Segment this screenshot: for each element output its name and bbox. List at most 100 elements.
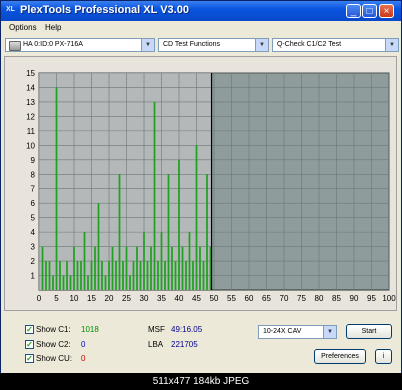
chevron-down-icon[interactable]: ▼ bbox=[385, 39, 398, 51]
show-c2-label: Show C2: bbox=[36, 340, 71, 349]
c1-bar bbox=[188, 232, 191, 290]
c1-bar bbox=[178, 159, 180, 290]
c1-bar bbox=[69, 275, 72, 290]
x-tick-label: 15 bbox=[87, 294, 96, 303]
drive-select[interactable]: HA 0:ID:0 PX-716A ▼ bbox=[5, 38, 155, 52]
c1-bar bbox=[111, 246, 114, 290]
c1-bar bbox=[202, 261, 205, 290]
x-tick-label: 90 bbox=[350, 294, 359, 303]
c1-bar bbox=[48, 261, 51, 290]
y-tick-label: 10 bbox=[26, 141, 35, 150]
c1-bar bbox=[157, 261, 159, 290]
show-c1-label: Show C1: bbox=[36, 325, 71, 334]
c1-bar bbox=[160, 232, 163, 290]
c1-bar bbox=[167, 174, 170, 290]
y-tick-label: 4 bbox=[31, 228, 36, 237]
x-tick-label: 60 bbox=[245, 294, 254, 303]
y-tick-label: 13 bbox=[26, 98, 35, 107]
speed-select[interactable]: 10-24X CAV ▼ bbox=[258, 325, 337, 339]
c1-bar bbox=[150, 246, 152, 290]
x-tick-label: 35 bbox=[157, 294, 166, 303]
results-panel: ✓ Show C1: 1018 ✓ Show C2: 0 ✓ Show CU: … bbox=[1, 317, 401, 373]
cu-count: 0 bbox=[81, 354, 86, 363]
c1-bar bbox=[73, 246, 75, 290]
c1-bar bbox=[171, 246, 173, 290]
y-tick-label: 1 bbox=[31, 272, 36, 281]
c1c2-chart: 1234567891011121314150 5 10 15 20 25 30 35 40 45 5… bbox=[26, 69, 396, 303]
y-tick-label: 12 bbox=[26, 112, 35, 121]
c1-bar bbox=[132, 261, 135, 290]
msf-value: 49:16.05 bbox=[171, 325, 203, 334]
test-select[interactable]: Q-Check C1/C2 Test ▼ bbox=[272, 38, 399, 52]
start-button[interactable]: Start bbox=[346, 324, 392, 339]
c1-bar bbox=[143, 232, 145, 290]
test-select-value: Q-Check C1/C2 Test bbox=[277, 41, 342, 48]
chevron-down-icon[interactable]: ▼ bbox=[255, 39, 268, 51]
window-title: PlexTools Professional XL V3.00 bbox=[20, 4, 189, 16]
close-button[interactable]: × bbox=[379, 4, 394, 18]
title-bar: XL PlexTools Professional XL V3.00 _ □ × bbox=[1, 1, 401, 21]
c1-bar bbox=[181, 246, 184, 290]
toolbar: HA 0:ID:0 PX-716A ▼ CD Test Functions ▼ … bbox=[1, 36, 401, 56]
preferences-button[interactable]: Preferences bbox=[314, 349, 366, 364]
menu-help[interactable]: Help bbox=[45, 23, 61, 32]
show-c2-checkbox[interactable]: ✓ bbox=[25, 340, 34, 349]
x-tick-label: 65 bbox=[262, 294, 271, 303]
c1-bar bbox=[185, 261, 187, 290]
show-c1-checkbox[interactable]: ✓ bbox=[25, 325, 34, 334]
chart-panel: 1 2 3 4 5 6 7 8 9 10 11 12 13 14 15 0 5 10 15 20 25 30 35 40 45 5… bbox=[4, 56, 397, 311]
x-tick-label: 25 bbox=[122, 294, 131, 303]
menu-options[interactable]: Options bbox=[9, 23, 37, 32]
c1-bar bbox=[118, 174, 121, 290]
x-tick-label: 20 bbox=[105, 294, 114, 303]
c1-bar bbox=[122, 261, 124, 290]
c1-bar bbox=[101, 261, 103, 290]
x-tick-label: 55 bbox=[227, 294, 236, 303]
x-tick-label: 50 bbox=[210, 294, 219, 303]
minimize-button[interactable]: _ bbox=[346, 4, 361, 18]
c1-count: 1018 bbox=[81, 325, 99, 334]
c1-bar bbox=[80, 261, 82, 290]
c1-bar bbox=[139, 261, 142, 290]
x-tick-label: 80 bbox=[315, 294, 324, 303]
c1-bar bbox=[87, 275, 89, 290]
c2-count: 0 bbox=[81, 340, 86, 349]
y-tick-label: 5 bbox=[31, 214, 36, 223]
y-tick-label: 3 bbox=[31, 243, 36, 252]
c1-bar bbox=[164, 261, 166, 290]
c1-bar bbox=[41, 246, 44, 290]
x-tick-label: 85 bbox=[332, 294, 341, 303]
c1-bar bbox=[83, 232, 86, 290]
c1-bar bbox=[94, 246, 96, 290]
info-icon[interactable]: i bbox=[375, 349, 392, 364]
x-tick-label: 40 bbox=[175, 294, 184, 303]
c1-bar bbox=[52, 275, 54, 290]
c1-bar bbox=[195, 145, 198, 290]
y-tick-label: 6 bbox=[31, 199, 36, 208]
x-tick-label: 95 bbox=[367, 294, 376, 303]
c1-bar bbox=[66, 261, 68, 290]
x-tick-label: 70 bbox=[280, 294, 289, 303]
c1-bar bbox=[206, 174, 208, 290]
maximize-button[interactable]: □ bbox=[362, 4, 377, 18]
c1-bar bbox=[153, 101, 156, 290]
c1-bar bbox=[146, 261, 149, 290]
show-cu-label: Show CU: bbox=[36, 354, 73, 363]
drive-icon bbox=[9, 41, 21, 51]
msf-label: MSF bbox=[148, 325, 165, 334]
c1-bar bbox=[115, 261, 117, 290]
y-tick-label: 2 bbox=[31, 257, 36, 266]
chevron-down-icon[interactable]: ▼ bbox=[323, 326, 336, 338]
drive-select-value: HA 0:ID:0 PX-716A bbox=[23, 41, 83, 48]
c1-bar bbox=[55, 87, 58, 290]
y-tick-label: 11 bbox=[27, 127, 36, 136]
x-tick-label: 30 bbox=[140, 294, 149, 303]
function-select-value: CD Test Functions bbox=[163, 41, 221, 48]
c1-bar bbox=[192, 261, 194, 290]
chevron-down-icon[interactable]: ▼ bbox=[141, 39, 154, 51]
y-tick-label: 9 bbox=[31, 156, 36, 165]
show-cu-checkbox[interactable]: ✓ bbox=[25, 354, 34, 363]
function-select[interactable]: CD Test Functions ▼ bbox=[158, 38, 269, 52]
c1-bar bbox=[45, 261, 47, 290]
c1-bar bbox=[136, 246, 138, 290]
